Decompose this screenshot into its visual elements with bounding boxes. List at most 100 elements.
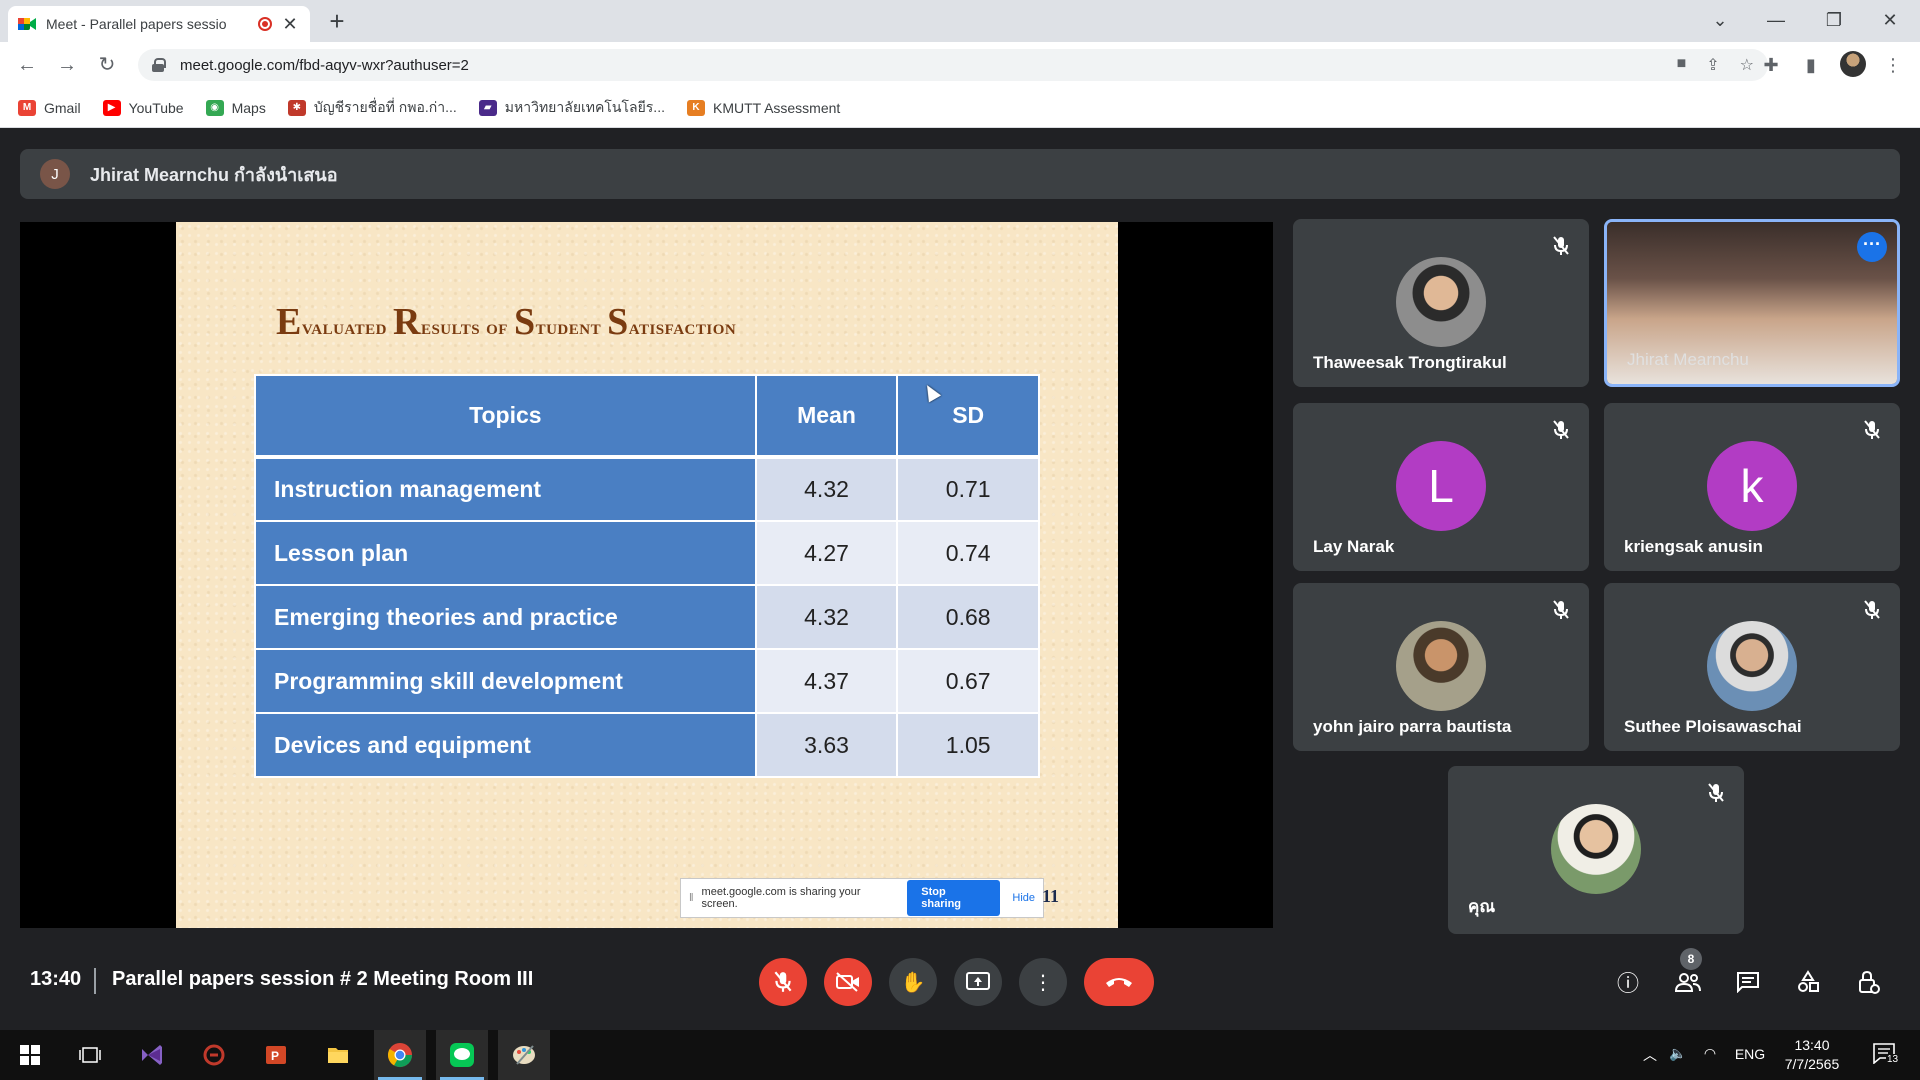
bookmark-site-icon: ▰ — [478, 99, 497, 116]
activities-button[interactable] — [1788, 962, 1828, 1002]
participant-name: yohn jairo parra bautista — [1313, 717, 1512, 736]
forward-arrow-icon[interactable]: → — [52, 50, 82, 80]
activities-shapes-icon — [1798, 970, 1819, 992]
visual-studio-app[interactable] — [126, 1030, 178, 1080]
mic-muted-icon — [1553, 600, 1569, 619]
bookmark-youtube[interactable]: ▶ YouTube — [102, 99, 184, 116]
tab-search-chevron-icon[interactable]: ⌄ — [1692, 0, 1748, 40]
present-screen-button[interactable] — [954, 958, 1002, 1006]
task-view-button[interactable] — [64, 1030, 116, 1080]
notification-center-button[interactable]: 13 — [1866, 1042, 1902, 1067]
table-row: Programming skill development 4.37 0.67 — [254, 648, 1040, 714]
participant-name: Suthee Ploisawaschai — [1624, 717, 1802, 736]
browser-toolbar: ← → ↻ meet.google.com/fbd-aqyv-wxr?authu… — [0, 42, 1920, 88]
powerpoint-icon: P — [266, 1046, 286, 1064]
powerpoint-app[interactable]: P — [250, 1030, 302, 1080]
close-window-icon[interactable]: ✕ — [1862, 0, 1918, 40]
minimize-window-icon[interactable]: — — [1748, 0, 1804, 40]
participant-tile-yohn[interactable]: yohn jairo parra bautista — [1293, 583, 1589, 751]
bookmark-star-icon[interactable]: ☆ — [1740, 55, 1754, 75]
extensions-puzzle-icon[interactable]: ✚ — [1756, 50, 1786, 80]
url-text[interactable]: meet.google.com/fbd-aqyv-wxr?authuser=2 — [180, 57, 469, 74]
topic-cell: Programming skill development — [254, 648, 757, 714]
chat-button[interactable] — [1728, 962, 1768, 1002]
hand-icon: ✋ — [900, 971, 926, 994]
mic-muted-icon — [1864, 420, 1880, 439]
bookmark-university[interactable]: ▰ มหาวิทยาลัยเทคโนโลยีร... — [478, 97, 665, 119]
lock-icon[interactable] — [152, 58, 166, 72]
meeting-controls-bar: 13:40 Parallel papers session # 2 Meetin… — [0, 940, 1920, 1030]
side-panel-icon[interactable]: ▮ — [1796, 50, 1826, 80]
meeting-details-button[interactable]: ⓘ — [1608, 962, 1648, 1002]
system-clock[interactable]: 13:40 7/7/2565 — [1772, 1036, 1852, 1074]
file-explorer-app[interactable] — [312, 1030, 364, 1080]
bookmark-site-icon: ✱ — [287, 99, 306, 116]
host-controls-button[interactable] — [1848, 962, 1888, 1002]
participant-tile-kriengsak[interactable]: k kriengsak anusin — [1604, 403, 1900, 571]
present-screen-icon — [966, 972, 990, 990]
back-arrow-icon[interactable]: ← — [12, 50, 42, 80]
more-options-icon[interactable]: ··· — [1857, 232, 1887, 262]
participant-name: คุณ — [1468, 897, 1496, 916]
bookmark-kmutt-assessment[interactable]: K KMUTT Assessment — [686, 99, 840, 116]
wifi-icon[interactable]: ◠ — [1698, 1045, 1722, 1062]
header-mean: Mean — [754, 374, 899, 459]
profile-avatar[interactable] — [1840, 51, 1866, 77]
mean-cell: 4.27 — [754, 520, 899, 586]
notification-count: 13 — [1886, 1054, 1900, 1065]
reload-icon[interactable]: ↻ — [92, 50, 122, 80]
participant-name: Thaweesak Trongtirakul — [1313, 353, 1507, 372]
presenter-label: Jhirat Mearnchu กำลังนำเสนอ — [90, 164, 338, 185]
line-icon — [450, 1043, 474, 1067]
hang-up-icon — [1106, 978, 1132, 987]
raise-hand-button[interactable]: ✋ — [889, 958, 937, 1006]
bookmark-maps[interactable]: ◉ Maps — [205, 99, 266, 116]
participant-tile-jhirat[interactable]: ··· Jhirat Mearnchu — [1604, 219, 1900, 387]
game-app-icon — [203, 1044, 225, 1066]
new-tab-button[interactable]: + — [322, 6, 352, 36]
participant-tile-thaweesak[interactable]: Thaweesak Trongtirakul — [1293, 219, 1589, 387]
header-topics: Topics — [254, 374, 757, 459]
leave-call-button[interactable] — [1084, 958, 1154, 1006]
clock-time: 13:40 — [1794, 1037, 1830, 1053]
people-icon — [1674, 973, 1701, 992]
bookmark-thai-list[interactable]: ✱ บัญชีรายชื่อที่ กพอ.ก่า... — [287, 97, 457, 119]
browser-tab-meet[interactable]: Meet - Parallel papers sessio ✕ — [8, 6, 310, 42]
line-app[interactable] — [436, 1030, 488, 1080]
bookmarks-bar: M Gmail ▶ YouTube ◉ Maps ✱ บัญชีรายชื่อที่ ก… — [0, 88, 1920, 128]
more-options-button[interactable]: ⋮ — [1019, 958, 1067, 1006]
stop-sharing-button[interactable]: Stop sharing — [907, 880, 1001, 916]
tray-overflow-chevron-icon[interactable]: ︿ — [1638, 1045, 1662, 1065]
restore-window-icon[interactable]: ❐ — [1806, 0, 1862, 40]
people-count-badge: 8 — [1680, 948, 1702, 970]
participant-photo — [1396, 621, 1486, 711]
volume-icon[interactable]: 🔈 — [1666, 1045, 1690, 1062]
tab-strip: Meet - Parallel papers sessio ✕ + ⌄ — ❐ … — [0, 0, 1920, 42]
vertical-dots-icon: ⋮ — [1033, 971, 1053, 994]
toggle-camera-button[interactable] — [824, 958, 872, 1006]
share-page-icon[interactable]: ⇪ — [1706, 55, 1719, 75]
presenter-avatar: J — [40, 159, 70, 189]
input-language[interactable]: ENG — [1730, 1046, 1770, 1062]
chrome-menu-icon[interactable]: ⋮ — [1878, 50, 1908, 80]
tab-close-icon[interactable]: ✕ — [280, 14, 300, 35]
windows-start-button[interactable] — [4, 1030, 56, 1080]
toggle-microphone-button[interactable] — [759, 958, 807, 1006]
drag-handle-icon[interactable]: ‖ — [689, 892, 694, 904]
sharing-notice-text: meet.google.com is sharing your screen. — [701, 886, 861, 910]
chrome-app[interactable] — [374, 1030, 426, 1080]
address-bar[interactable]: meet.google.com/fbd-aqyv-wxr?authuser=2 … — [138, 49, 1768, 81]
camera-in-use-icon[interactable]: ■ — [1677, 55, 1687, 75]
mic-muted-icon — [1708, 783, 1724, 802]
participant-tile-suthee[interactable]: Suthee Ploisawaschai — [1604, 583, 1900, 751]
paint-app[interactable] — [498, 1030, 550, 1080]
game-app[interactable] — [188, 1030, 240, 1080]
sd-cell: 0.68 — [896, 584, 1040, 650]
divider — [94, 968, 96, 994]
topic-cell: Emerging theories and practice — [254, 584, 757, 650]
participant-tile-you[interactable]: คุณ — [1448, 766, 1744, 934]
participant-tile-lay-narak[interactable]: L Lay Narak — [1293, 403, 1589, 571]
bookmark-gmail[interactable]: M Gmail — [18, 99, 81, 116]
hide-notice-link[interactable]: Hide — [1012, 892, 1035, 904]
gmail-icon: M — [18, 99, 36, 116]
